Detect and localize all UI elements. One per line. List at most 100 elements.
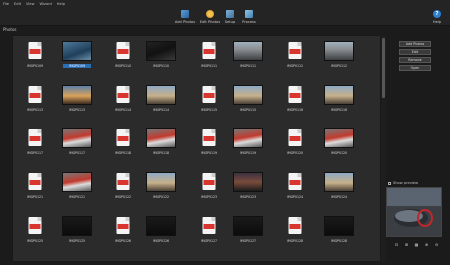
raw-file-badge [117, 49, 129, 54]
photo-thumbnail[interactable]: IMGP0120 [317, 128, 361, 168]
show-preview-toggle[interactable]: Show preview [388, 181, 418, 185]
help-button[interactable]: ? Help [424, 8, 450, 26]
photo-thumbnail[interactable]: IMGP0112 [273, 41, 317, 81]
photo-thumbnail-image [146, 216, 176, 236]
photo-thumbnail[interactable]: IMGP0114 [139, 85, 183, 125]
raw-file-badge [203, 136, 215, 141]
photo-filename: IMGP0116 [330, 108, 348, 112]
photo-filename: IMGP0127 [200, 239, 218, 243]
photo-thumbnail[interactable]: IMGP0128 [273, 216, 317, 256]
photo-thumbnail[interactable]: IMGP0124 [317, 172, 361, 212]
photo-filename: IMGP0124 [286, 195, 304, 199]
raw-file-icon [28, 173, 42, 190]
photo-filename: IMGP0117 [26, 151, 44, 155]
photo-filename: IMGP0116 [286, 108, 304, 112]
raw-file-icon [288, 42, 302, 59]
process-button[interactable]: Process [236, 8, 262, 26]
photo-filename: IMGP0111 [239, 64, 257, 68]
photo-thumbnail[interactable]: IMGP0121 [13, 172, 57, 212]
photo-filename: IMGP0113 [68, 108, 86, 112]
photo-thumbnail[interactable]: IMGP0124 [273, 172, 317, 212]
photo-filename: IMGP0119 [200, 151, 218, 155]
photo-thumbnail-image [146, 85, 176, 105]
photo-thumbnail[interactable]: IMGP0126 [139, 216, 183, 256]
photo-thumbnail-image [233, 41, 263, 61]
photo-thumbnail[interactable]: IMGP0119 [226, 128, 270, 168]
menu-wizard[interactable]: Wizard [40, 0, 52, 8]
photo-thumbnail[interactable]: IMGP0109 [55, 41, 99, 81]
photo-thumbnail[interactable]: IMGP0115 [226, 85, 270, 125]
fit-icon[interactable]: ⊡ [394, 242, 399, 247]
photo-filename: IMGP0126 [152, 239, 170, 243]
photo-grid: IMGP0109 IMGP0109 IMGP0110 IMGP0110 IMGP0111… [12, 35, 381, 262]
menu-edit[interactable]: Edit [14, 0, 21, 8]
raw-file-badge [289, 224, 301, 229]
photo-thumbnail[interactable]: IMGP0127 [187, 216, 231, 256]
photo-filename: IMGP0117 [68, 151, 86, 155]
photo-thumbnail[interactable]: IMGP0115 [187, 85, 231, 125]
photo-thumbnail[interactable]: IMGP0112 [317, 41, 361, 81]
photo-thumbnail[interactable]: IMGP0111 [226, 41, 270, 81]
photo-thumbnail[interactable]: IMGP0110 [139, 41, 183, 81]
setup-icon [226, 10, 234, 18]
photo-thumbnail[interactable]: IMGP0116 [317, 85, 361, 125]
raw-file-badge [203, 93, 215, 98]
actual-size-icon[interactable]: ⊞ [404, 242, 409, 247]
photo-filename: IMGP0123 [239, 195, 257, 199]
photo-thumbnail[interactable]: IMGP0116 [273, 85, 317, 125]
photo-thumbnail[interactable]: IMGP0127 [226, 216, 270, 256]
photo-thumbnail[interactable]: IMGP0109 [13, 41, 57, 81]
raw-file-badge [29, 49, 41, 54]
photo-filename: IMGP0114 [152, 108, 170, 112]
open-side-button[interactable]: Open [399, 65, 431, 71]
photo-thumbnail[interactable]: IMGP0121 [55, 172, 99, 212]
photo-thumbnail-image [233, 216, 263, 236]
photo-thumbnail[interactable]: IMGP0125 [55, 216, 99, 256]
show-preview-checkbox[interactable] [388, 181, 391, 185]
grid-scrollbar-thumb[interactable] [382, 38, 385, 98]
raw-file-icon [116, 86, 130, 103]
photo-filename: IMGP0111 [200, 64, 218, 68]
photo-thumbnail[interactable]: IMGP0122 [139, 172, 183, 212]
photo-thumbnail[interactable]: IMGP0117 [13, 128, 57, 168]
raw-file-badge [117, 136, 129, 141]
photo-thumbnail[interactable]: IMGP0120 [273, 128, 317, 168]
add-photos-button[interactable]: Add Photos [172, 8, 198, 26]
raw-file-icon [288, 173, 302, 190]
main-toolbar: Add Photos Edit Photos Setup Process ? H… [0, 8, 450, 26]
raw-file-icon [202, 86, 216, 103]
zoom-in-icon[interactable]: ⊕ [424, 242, 429, 247]
edit-side-button[interactable]: Edit [399, 49, 431, 55]
photo-thumbnail[interactable]: IMGP0113 [13, 85, 57, 125]
remove-side-button[interactable]: Remove [399, 57, 431, 63]
photo-filename: IMGP0109 [26, 64, 44, 68]
raw-file-icon [28, 86, 42, 103]
photo-thumbnail[interactable]: IMGP0125 [13, 216, 57, 256]
photo-thumbnail-image [62, 41, 92, 61]
zoom-out-icon[interactable]: ⊖ [434, 242, 439, 247]
photo-thumbnail[interactable]: IMGP0117 [55, 128, 99, 168]
photo-filename: IMGP0125 [68, 239, 86, 243]
raw-file-icon [116, 129, 130, 146]
photo-thumbnail-image [146, 172, 176, 192]
raw-file-icon [288, 86, 302, 103]
help-icon: ? [433, 10, 441, 18]
photo-thumbnail[interactable]: IMGP0113 [55, 85, 99, 125]
photo-filename: IMGP0110 [152, 64, 170, 68]
photo-thumbnail[interactable]: IMGP0123 [226, 172, 270, 212]
menu-view[interactable]: View [26, 0, 35, 8]
photo-thumbnail[interactable]: IMGP0119 [187, 128, 231, 168]
preview-image [386, 187, 442, 237]
menu-file[interactable]: File [3, 0, 9, 8]
photo-filename: IMGP0118 [152, 151, 170, 155]
menu-help[interactable]: Help [57, 0, 65, 8]
add-photos-side-button[interactable]: Add Photos [399, 41, 431, 47]
photo-thumbnail-image [233, 85, 263, 105]
photo-thumbnail[interactable]: IMGP0111 [187, 41, 231, 81]
grid-icon[interactable]: ▦ [414, 242, 419, 247]
photo-thumbnail[interactable]: IMGP0123 [187, 172, 231, 212]
photo-thumbnail[interactable]: IMGP0128 [317, 216, 361, 256]
photo-thumbnail[interactable]: IMGP0118 [139, 128, 183, 168]
raw-file-badge [289, 93, 301, 98]
photo-filename: IMGP0125 [26, 239, 44, 243]
